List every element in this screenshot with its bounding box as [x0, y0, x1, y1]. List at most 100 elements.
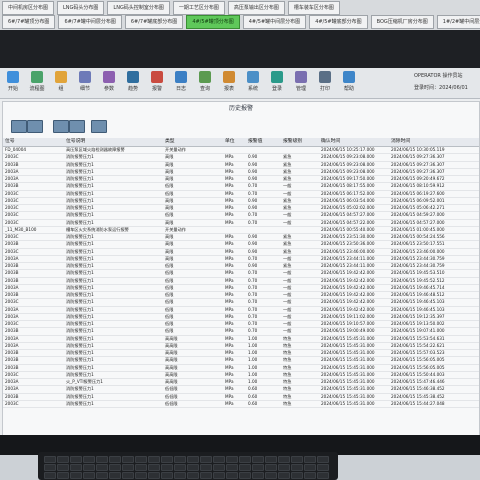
table-cell-desc: 消防报警压力1 [66, 284, 94, 290]
toolbar-button[interactable]: 登录 [266, 71, 288, 92]
table-row[interactable]: 2003B 消防报警压力1 高限 MPa 0.90 紧急 2024/06/15 23:50:… [3, 241, 479, 249]
table-cell-name: 2003C [5, 205, 19, 210]
toolbar-button[interactable]: 帮助 [338, 71, 360, 92]
toolbar-button[interactable]: 细节 [74, 71, 96, 92]
table-row[interactable]: FD_04004 高压泵区域火焰检测器故障报警 开关量动作 2024/06/15 10… [3, 147, 479, 155]
nav-tab[interactable]: 4#/5#罐中间层分布图 [242, 15, 307, 29]
column-header[interactable]: 类型 [165, 138, 223, 146]
table-row[interactable]: 2003B 消防报警压力1 低限 MPa 0.70 一般 2024/06/15 19:42:… [3, 292, 479, 300]
nav-tab[interactable]: 6#/7#罐中间层分布图 [58, 15, 122, 29]
table-row[interactable]: 2003C 消防报警压力1 高限 MPa 0.90 紧急 2024/06/15 05:02:… [3, 205, 479, 213]
table-row[interactable]: 2003C 消防报警压力1 低限 MPa 0.70 一般 2024/06/15 04:57:… [3, 212, 479, 220]
table-row[interactable]: 2003C 消防报警压力1 高高限 MPa 1.00 特急 2024/06/15 15:45… [3, 372, 479, 379]
table-cell-level: 一般 [283, 299, 292, 305]
table-row[interactable]: 2003A 火_P_VTI报警压力1 高高限 MPa 1.00 特急 2024/06/15 … [3, 379, 479, 387]
table-cell-level: 特急 [283, 393, 292, 399]
nav-tab[interactable]: LNG码头分布图 [57, 1, 105, 15]
column-header[interactable]: 位号说明 [66, 138, 162, 146]
table-row[interactable]: 2003A 消防报警压力1 低限 MPa 0.70 一般 2024/06/15 19:42:… [3, 285, 479, 292]
table-row[interactable]: 2003C 消防报警压力1 低限 MPa 0.70 一般 2024/06/15 19:42:… [3, 299, 479, 307]
table-row[interactable]: 2003B 消防报警压力1 低限 MPa 0.70 一般 2024/06/15 19:42:… [3, 278, 479, 285]
nav-tab[interactable]: 一期工艺区分布图 [172, 1, 225, 15]
table-row[interactable]: 2003C 消防报警压力1 低限 MPa 0.70 一般 2024/06/15 19:10:… [3, 321, 479, 329]
table-cell-value: 0.90 [248, 234, 258, 239]
table-cell-confirm: 2024/06/15 09:23:08.000 [321, 168, 375, 174]
table-row[interactable]: 2003A 消防报警压力1 高限 MPa 0.90 紧急 2024/06/15 09:17:… [3, 176, 479, 184]
table-cell-clear: 2024/06/15 23:44:30.759 [391, 263, 445, 268]
toolbar-button[interactable]: 管理 [290, 71, 312, 92]
table-row[interactable]: 2003B 消防报警压力1 低限 MPa 0.70 一般 2024/06/15 08:17:… [3, 183, 479, 191]
nav-tab[interactable]: 中间机房区分布图 [2, 1, 55, 15]
table-cell-level: 特急 [283, 357, 292, 363]
table-cell-clear: 2024/06/15 15:56:05.005 [391, 357, 445, 363]
column-header[interactable]: 单位 [225, 138, 245, 146]
toolbar-button[interactable]: 参数 [98, 71, 120, 92]
column-header[interactable]: 位号 [5, 138, 65, 146]
nav-tab[interactable]: 6#/7#罐底部分布图 [124, 15, 184, 29]
page-prev-icon[interactable] [27, 120, 43, 133]
table-row[interactable]: 2003A 消防报警压力1 低限 MPa 0.70 一般 2024/06/15 19:42:… [3, 307, 479, 314]
table-cell-unit: MPa [225, 342, 234, 348]
table-cell-type: 高高限 [165, 350, 178, 355]
toolbar-button[interactable]: 报表 [218, 71, 240, 92]
nav-tab[interactable]: 6#/7#罐顶分布图 [2, 15, 56, 29]
table-row[interactable]: 2003C 消防报警压力1 高限 MPa 0.90 紧急 2024/06/15 23:46:… [3, 249, 479, 256]
table-row[interactable]: 2003B 消防报警压力1 高限 MPa 0.90 紧急 2024/06/15 09:23:… [3, 162, 479, 169]
toolbar-button[interactable]: 报警 [146, 71, 168, 92]
table-row[interactable]: 2003B 消防报警压力1 低低限 MPa 0.60 特急 2024/06/15 15:45… [3, 394, 479, 401]
table-cell-level: 紧急 [283, 205, 292, 210]
keyboard-key [213, 464, 225, 471]
toolbar-button[interactable]: 趋势 [122, 71, 144, 92]
table-row[interactable]: 2003B 消防报警压力1 低限 MPa 0.70 一般 2024/06/15 19:00:… [3, 328, 479, 336]
table-row[interactable]: 2003B 消防报警压力1 低限 MPa 0.70 一般 2024/06/15 19:42:… [3, 270, 479, 278]
table-row[interactable]: 2003A 消防报警压力1 高高限 MPa 1.00 特急 2024/06/15 15:45… [3, 343, 479, 350]
login-time-value: 2024/06/01 [439, 85, 468, 91]
table-cell-type: 高限 [165, 234, 174, 239]
table-row[interactable]: 2003C 消防报警压力1 高限 MPa 0.90 紧急 2024/06/15 09:23:… [3, 154, 479, 162]
nav-tab[interactable]: 槽车装车区分布图 [287, 1, 340, 15]
table-row[interactable]: 2003B 消防报警压力1 高高限 MPa 1.00 特急 2024/06/15 15:45… [3, 357, 479, 365]
table-row[interactable]: _11_M30_B100 槽车区火灾系统消防水泵运行报警 开关量动作 2024/06/… [3, 227, 479, 234]
table-row[interactable]: 2003C 消防报警压力1 高限 MPa 0.90 紧急 2024/06/15 06:03:… [3, 198, 479, 205]
nav-tab[interactable]: 1#/2#罐中间层分布图 [436, 15, 480, 29]
nav-tab[interactable]: LNG码头控制室分布图 [107, 1, 170, 15]
page-first-icon[interactable] [11, 120, 27, 133]
table-row[interactable]: 2003C 消防报警压力1 高限 MPa 0.70 一般 2024/06/15 04:57:… [3, 220, 479, 227]
table-row[interactable]: 2003C 消防报警压力1 高限 MPa 0.90 紧急 2024/06/15 23:51:… [3, 234, 479, 242]
table-cell-confirm: 2024/06/15 04:57:27.000 [321, 212, 375, 218]
table-row[interactable]: 2003C 消防报警压力1 低限 MPa 0.70 一般 2024/06/15 06:17:… [3, 191, 479, 198]
table-row[interactable]: 2003B 消防报警压力1 高高限 MPa 1.00 特急 2024/06/15 15:45… [3, 365, 479, 372]
table-cell-confirm: 2024/06/15 15:45:31.000 [321, 379, 375, 384]
column-header[interactable]: 消除时间 [391, 138, 451, 146]
nav-tab-active[interactable]: 4#/5#罐顶分布图 [186, 15, 240, 29]
column-header[interactable]: 确认时间 [321, 138, 381, 146]
table-row[interactable]: 2003A 消防报警压力1 高限 MPa 0.70 一般 2024/06/15 23:44:… [3, 256, 479, 263]
keyboard-key [317, 464, 329, 471]
column-header[interactable]: 报警值 [248, 138, 274, 146]
table-cell-level: 紧急 [283, 241, 292, 247]
toolbar-button[interactable]: 系统 [242, 71, 264, 92]
table-cell-name: 2003A [5, 168, 19, 174]
table-row[interactable]: 2003A 消防报警压力1 高限 MPa 0.90 紧急 2024/06/15 09:23:… [3, 169, 479, 176]
column-header[interactable]: 报警级别 [283, 138, 307, 146]
page-last-icon[interactable] [69, 120, 85, 133]
table-row[interactable]: 2003B 消防报警压力1 低限 MPa 0.90 紧急 2024/06/15 23:44:… [3, 263, 479, 271]
page-next-icon[interactable] [53, 120, 69, 133]
table-row[interactable]: 2003A 消防报警压力1 低低限 MPa 0.60 特急 2024/06/15 15:45… [3, 386, 479, 394]
nav-tab[interactable]: BOG压缩机厂房分布图 [370, 15, 434, 29]
table-row[interactable]: 2003A 消防报警压力1 低限 MPa 0.70 一般 2024/06/15 19:11:… [3, 314, 479, 321]
toolbar-button[interactable]: 开始 [2, 71, 24, 92]
toolbar-button[interactable]: 日志 [170, 71, 192, 92]
table-row[interactable]: 2003A 消防报警压力1 高高限 MPa 1.00 特急 2024/06/15 15:45… [3, 336, 479, 343]
toolbar-button[interactable]: 打印 [314, 71, 336, 92]
export-icon[interactable] [91, 120, 107, 133]
nav-tab[interactable]: 4#/5#罐底部分布图 [309, 15, 368, 29]
table-row[interactable]: 2003C 消防报警压力1 低低限 MPa 0.60 特急 2024/06/15 15:45… [3, 401, 479, 408]
table-row[interactable]: 2003B 消防报警压力1 高高限 MPa 1.00 特急 2024/06/15 15:45… [3, 350, 479, 358]
toolbar-button[interactable]: 流程图 [26, 71, 48, 92]
toolbar-button[interactable]: 组 [50, 71, 72, 92]
table-cell-unit: MPa [225, 255, 234, 261]
nav-tab[interactable]: 高压泵输出区分布图 [227, 1, 285, 15]
toolbar-button[interactable]: 查询 [194, 71, 216, 92]
alarm-table: 位号 位号说明 类型 单位 报警值 报警级别 确认时间 消除时间 FD_0400… [3, 138, 479, 408]
